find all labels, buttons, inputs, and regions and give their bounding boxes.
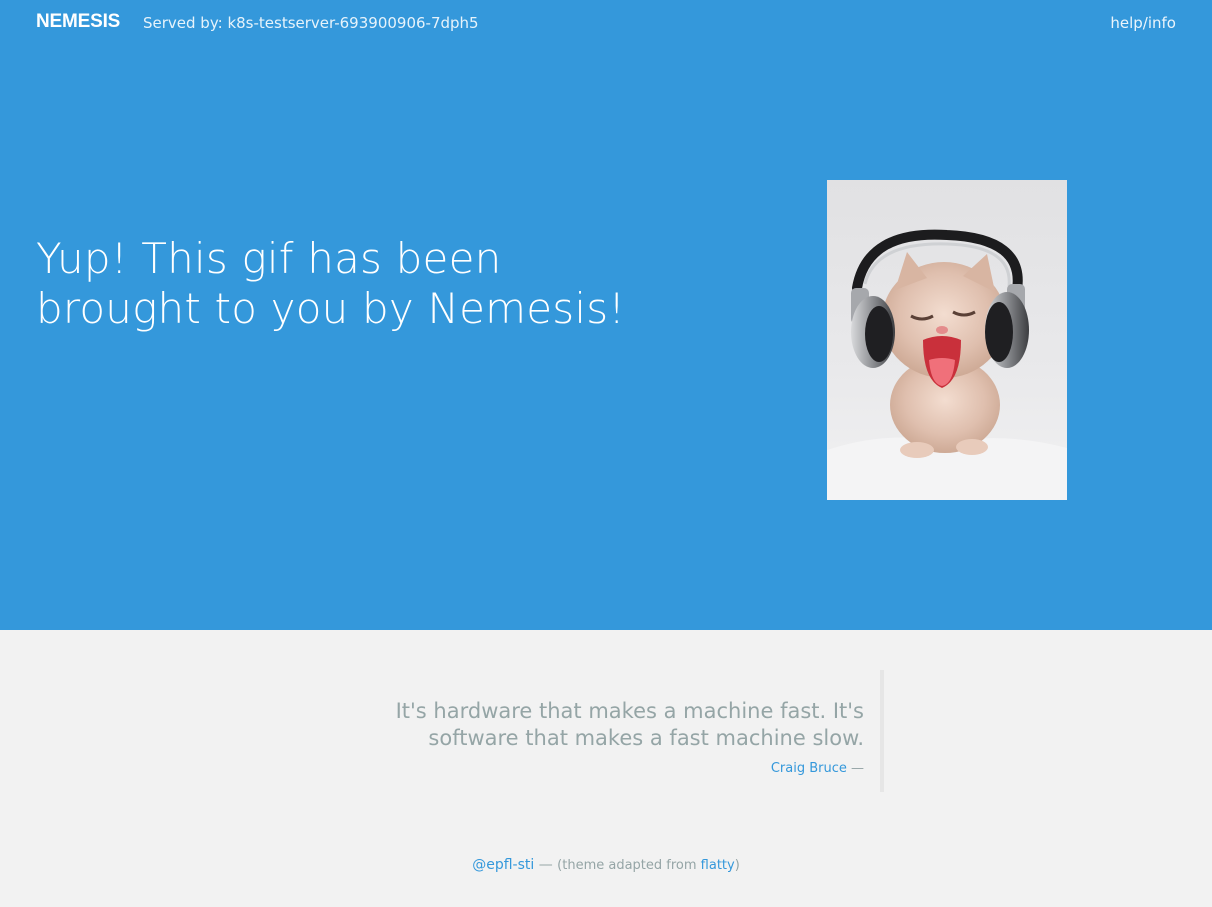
help-info-link[interactable]: help/info — [1110, 14, 1176, 32]
theme-suffix: ) — [734, 858, 740, 873]
flatty-link[interactable]: flatty — [701, 858, 735, 873]
epfl-sti-link[interactable]: @epfl-sti — [472, 857, 534, 873]
footer-dash: — — [538, 857, 553, 873]
theme-prefix: (theme adapted from — [557, 858, 701, 873]
quote-dash: — — [851, 761, 864, 776]
hero-section: NEMESIS Served by: k8s-testserver-693900… — [0, 0, 1212, 630]
hero-headline: Yup! This gif has been brought to you by… — [36, 234, 626, 333]
quote-attribution: Craig Bruce — — [380, 761, 864, 776]
quote-author-link[interactable]: Craig Bruce — [771, 761, 847, 776]
theme-credit: (theme adapted from flatty) — [557, 858, 740, 873]
kitten-headphones-image — [827, 180, 1067, 500]
brand-link[interactable]: NEMESIS — [36, 11, 120, 33]
quote-text: It's hardware that makes a machine fast.… — [395, 699, 864, 750]
served-by-text: Served by: k8s-testserver-693900906-7dph… — [143, 14, 479, 32]
quote-block: It's hardware that makes a machine fast.… — [380, 670, 884, 792]
footer: @epfl-sti — (theme adapted from flatty) — [0, 857, 1212, 873]
